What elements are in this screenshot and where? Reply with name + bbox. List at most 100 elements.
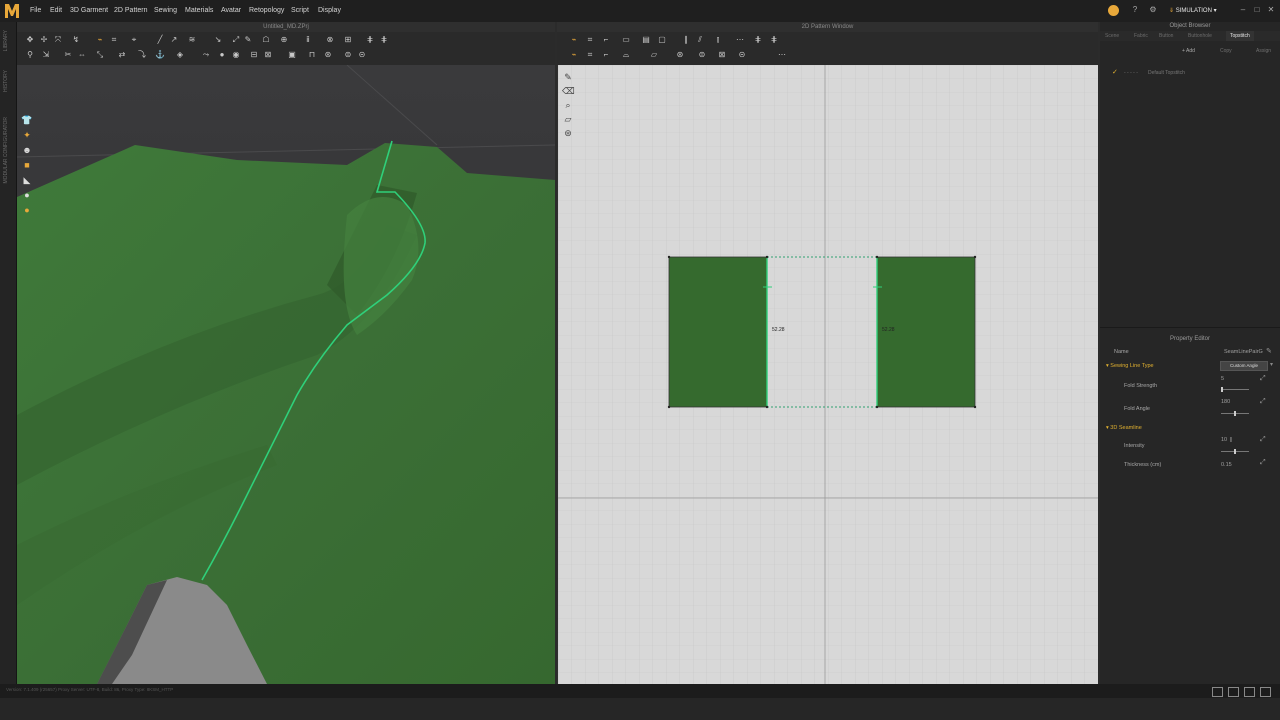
render-icon[interactable]: ⊛: [562, 127, 574, 139]
name-value[interactable]: SeamLinePairG: [1224, 349, 1263, 355]
vertex-point[interactable]: [765, 255, 769, 259]
fit-icon[interactable]: ◈: [175, 50, 185, 59]
arrange-icon[interactable]: ⤵: [137, 50, 147, 59]
pin-box-icon[interactable]: ⌗: [109, 35, 119, 44]
vertex-point[interactable]: [875, 255, 879, 259]
lock-icon[interactable]: ⊟: [249, 50, 259, 59]
layer-icon[interactable]: ⊕: [279, 35, 289, 44]
edit-line-icon[interactable]: ↘: [213, 35, 223, 44]
section-sewing-line-type[interactable]: ▾ Sewing Line Type: [1106, 363, 1154, 369]
vertex-point[interactable]: [667, 255, 671, 259]
menu-avatar[interactable]: Avatar: [221, 7, 241, 14]
add-button[interactable]: + Add: [1182, 47, 1195, 56]
layout-panel-icon[interactable]: [1260, 687, 1271, 697]
fold-angle-value[interactable]: 180: [1221, 399, 1230, 405]
eraser-icon[interactable]: ⌫: [562, 85, 575, 97]
transform-icon[interactable]: ⤧: [53, 35, 63, 44]
cut-icon[interactable]: ⌐: [601, 50, 611, 59]
topstitch-icon[interactable]: ⋯: [735, 35, 745, 44]
tab-topstitch[interactable]: Topstitch: [1226, 31, 1254, 41]
circle-icon[interactable]: ◉: [231, 50, 241, 59]
tab-modular-configurator[interactable]: MODULAR CONFIGURATOR: [3, 117, 9, 183]
pin-icon[interactable]: ⫾: [713, 35, 723, 44]
2d-pattern-canvas[interactable]: 52.28 52.28 ✎ ⌫ ⌕ ▱ ⊛: [558, 65, 1098, 684]
tag-icon[interactable]: ⊠: [263, 50, 273, 59]
mesh-edit-icon[interactable]: ⋕: [379, 35, 389, 44]
menu-2d-pattern[interactable]: 2D Pattern: [114, 7, 147, 14]
texture-icon[interactable]: ▣: [287, 50, 297, 59]
segment-sewing-icon[interactable]: ∥: [681, 35, 691, 44]
brush-icon[interactable]: ✎: [243, 35, 253, 44]
magnet-icon[interactable]: ⊓: [307, 50, 317, 59]
tab-button[interactable]: Button: [1159, 31, 1173, 41]
menu-file[interactable]: File: [30, 7, 41, 14]
edit-icon[interactable]: ⤢: [1260, 436, 1266, 444]
minimize-icon[interactable]: –: [1238, 5, 1248, 15]
tab-fabric[interactable]: Fabric: [1134, 31, 1148, 41]
profile-icon[interactable]: [1108, 5, 1119, 16]
edit-icon[interactable]: ⤢: [1260, 398, 1266, 406]
mesh-icon[interactable]: ⋕: [365, 35, 375, 44]
fold-strength-slider[interactable]: [1221, 389, 1249, 390]
intensity-value[interactable]: 10: [1221, 437, 1227, 443]
layout-grid-icon[interactable]: [1244, 687, 1255, 697]
brush-icon[interactable]: ✎: [562, 71, 574, 83]
fold-strength-knob[interactable]: [1221, 387, 1224, 392]
shirt-icon[interactable]: 👕: [21, 114, 33, 126]
symmetry-icon[interactable]: ⊝: [357, 50, 367, 59]
layout-single-icon[interactable]: [1212, 687, 1223, 697]
pin-icon[interactable]: ⌁: [95, 35, 105, 44]
symmetry-icon[interactable]: ⊝: [737, 50, 747, 59]
scale-icon[interactable]: ⇲: [41, 50, 51, 59]
tab-scene[interactable]: Scene: [1105, 31, 1119, 41]
select-icon[interactable]: ✥: [25, 35, 35, 44]
menu-3d-garment[interactable]: 3D Garment: [70, 7, 108, 14]
vertex-point[interactable]: [973, 405, 977, 409]
tab-history[interactable]: HISTORY: [3, 70, 9, 92]
fold-strength-value[interactable]: 5: [1221, 376, 1224, 382]
edit-icon[interactable]: ✎: [1266, 347, 1272, 355]
topstitch-item[interactable]: Default Topstitch: [1148, 70, 1185, 76]
render-icon[interactable]: ●: [21, 204, 33, 216]
cut-icon[interactable]: ✂: [63, 50, 73, 59]
tape-icon[interactable]: ⊜: [343, 50, 353, 59]
grid-icon[interactable]: ⋕: [753, 35, 763, 44]
chevron-down-icon[interactable]: ▾: [1270, 361, 1273, 368]
layout-split-icon[interactable]: [1228, 687, 1239, 697]
menu-script[interactable]: Script: [291, 7, 309, 14]
menu-edit[interactable]: Edit: [50, 7, 62, 14]
mesh-icon[interactable]: ⋯: [777, 50, 787, 59]
stretch-icon[interactable]: ⇔: [77, 50, 87, 59]
texture-icon[interactable]: ▱: [562, 113, 574, 125]
sewing-type-dropdown[interactable]: Custom Angle: [1220, 361, 1268, 371]
steam-icon[interactable]: ≋: [187, 35, 197, 44]
pattern-piece-left[interactable]: [668, 256, 768, 408]
flip-icon[interactable]: ⇄: [117, 50, 127, 59]
grid-icon[interactable]: ⊞: [343, 35, 353, 44]
copy-button[interactable]: Copy: [1220, 47, 1232, 56]
shrink-icon[interactable]: ⤡: [95, 50, 105, 59]
grid-edit-icon[interactable]: ⋕: [769, 35, 779, 44]
vertex-point[interactable]: [765, 405, 769, 409]
ruler-icon[interactable]: ⊜: [697, 50, 707, 59]
button-icon[interactable]: ⊗: [325, 35, 335, 44]
menu-materials[interactable]: Materials: [185, 7, 213, 14]
intensity-knob[interactable]: [1234, 449, 1236, 454]
vertex-point[interactable]: [875, 405, 879, 409]
select-pattern-icon[interactable]: ⌁: [569, 50, 579, 59]
tab-buttonhole[interactable]: Buttonhole: [1188, 31, 1212, 41]
edit-icon[interactable]: ⤢: [1260, 375, 1266, 383]
draw-line-icon[interactable]: ⤢: [231, 35, 241, 44]
vertex-point[interactable]: [973, 255, 977, 259]
internal-rect-icon[interactable]: ▢: [657, 35, 667, 44]
rectangle-icon[interactable]: ▭: [621, 35, 631, 44]
fold-angle-knob[interactable]: [1234, 411, 1236, 416]
measure-icon[interactable]: ⌖: [129, 35, 139, 44]
scale-pattern-icon[interactable]: ⌗: [585, 50, 595, 59]
shield-icon[interactable]: ⊛: [323, 50, 333, 59]
thickness-value[interactable]: 0.15: [1221, 462, 1232, 468]
free-sewing-icon[interactable]: ⫽: [695, 35, 705, 44]
assign-button[interactable]: Assign: [1256, 47, 1271, 56]
close-icon[interactable]: ✕: [1266, 5, 1276, 15]
move-icon[interactable]: ✢: [39, 35, 49, 44]
